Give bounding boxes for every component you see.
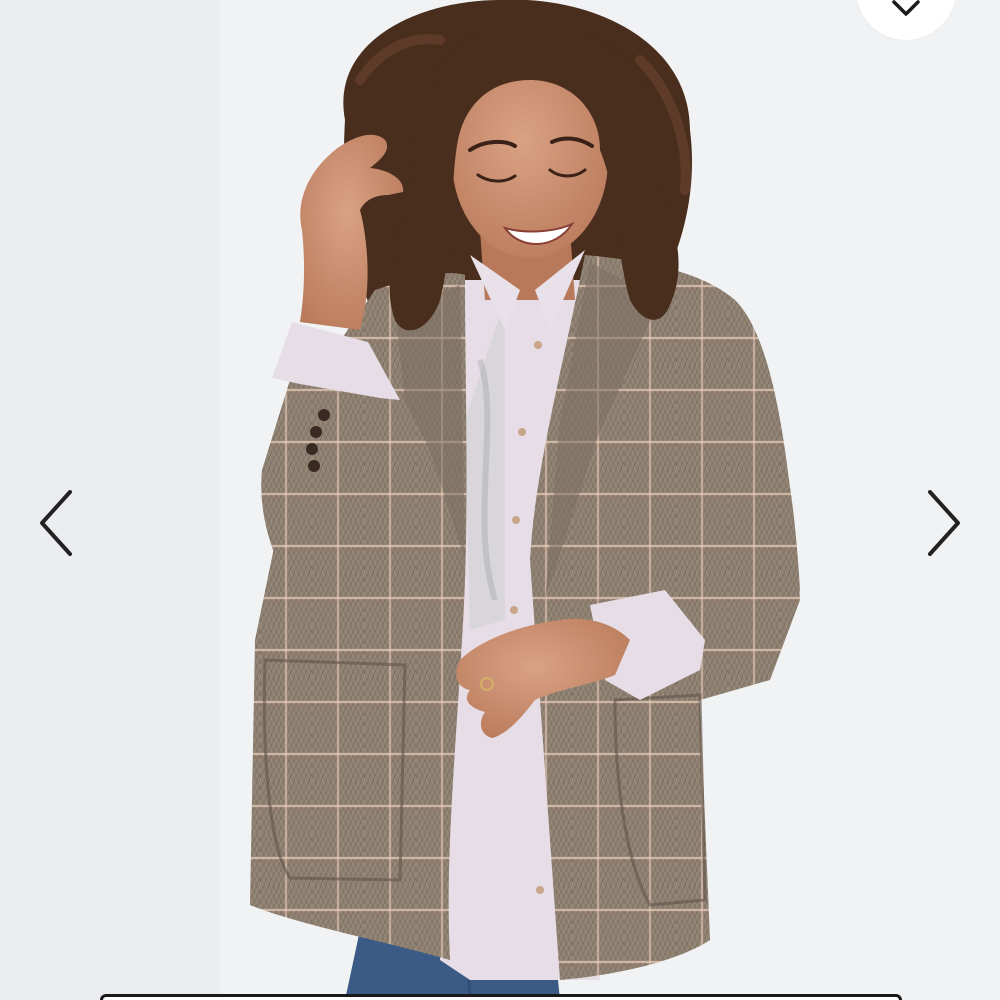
- previous-image-button[interactable]: [34, 488, 78, 558]
- chevron-right-icon: [928, 490, 960, 556]
- product-photo: [0, 0, 1000, 1000]
- next-image-button[interactable]: [922, 488, 966, 558]
- scroll-indicator[interactable]: [100, 994, 902, 1000]
- chevron-left-icon: [40, 490, 72, 556]
- heart-icon: [892, 0, 920, 16]
- product-image-viewer: [0, 0, 1000, 1000]
